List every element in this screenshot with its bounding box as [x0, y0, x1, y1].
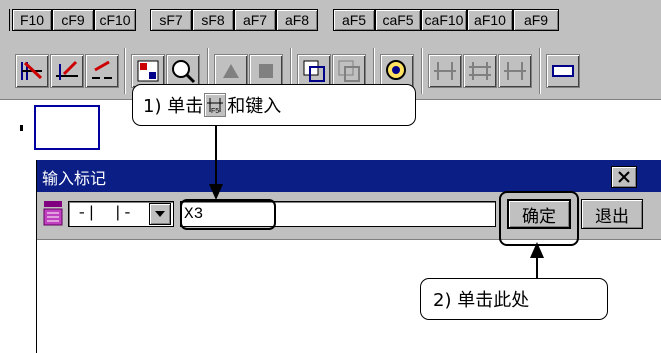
- ladder-tool-button-3[interactable]: [498, 54, 532, 88]
- close-icon: [618, 171, 630, 183]
- fkey-af8[interactable]: aF8: [276, 9, 318, 31]
- function-key-bar: F10 cF9 cF10 sF7 sF8 aF7 aF8 aF5 caF5 ca…: [0, 0, 661, 42]
- fkey-cf9[interactable]: cF9: [52, 9, 94, 31]
- ok-highlight-frame: [499, 191, 579, 246]
- ladder-tool-button-2[interactable]: [463, 54, 497, 88]
- delete-contact-button[interactable]: [15, 54, 49, 88]
- dialog-title-bar: 输入标记: [36, 160, 661, 192]
- edit-line-button[interactable]: [50, 54, 84, 88]
- dialog-left-border: [36, 160, 37, 353]
- instruction-list-button[interactable]: [40, 198, 66, 228]
- exit-button[interactable]: 退出: [581, 199, 643, 229]
- callout-2-arrow: [527, 242, 547, 278]
- window-select-disabled-icon: [338, 60, 360, 82]
- ladder-tool-icon: [469, 62, 491, 80]
- search-device-button[interactable]: [166, 54, 200, 88]
- fkey-left-edge: [0, 9, 10, 31]
- disabled-tool-button-1[interactable]: [214, 54, 248, 88]
- toolbar-separator: [421, 48, 423, 94]
- fkey-af9[interactable]: aF9: [513, 9, 559, 31]
- fkey-caf10[interactable]: caF10: [421, 9, 467, 31]
- input-highlight-frame: [180, 199, 276, 230]
- fkey-caf5[interactable]: caF5: [375, 9, 421, 31]
- exit-button-label: 退出: [595, 206, 629, 227]
- callout-1-prefix: 1) 单击: [143, 96, 204, 117]
- symbol-dropdown-button[interactable]: [149, 203, 171, 225]
- device-memory-icon: [552, 65, 574, 77]
- chevron-down-icon: [155, 211, 165, 217]
- instruction-list-icon: [43, 201, 63, 226]
- fkey-sf7[interactable]: sF7: [150, 9, 192, 31]
- fkey-af5[interactable]: aF5: [333, 9, 375, 31]
- zoom-find-icon: [386, 60, 406, 80]
- window-select-icon: [303, 60, 325, 82]
- monitor-icon: [137, 60, 159, 82]
- fkey-af7[interactable]: aF7: [234, 9, 276, 31]
- monitor-button[interactable]: [131, 54, 165, 88]
- delete-contact-icon: [21, 61, 43, 80]
- disabled-tool-icon: [223, 64, 239, 78]
- disabled-tool-icon: [259, 64, 273, 78]
- toolbar-separator: [124, 48, 126, 94]
- disabled-tool-button-2[interactable]: [249, 54, 283, 88]
- device-memory-button[interactable]: [546, 54, 580, 88]
- callout-step-1: 1) 单击 F5 和键入: [132, 84, 416, 126]
- zoom-find-button[interactable]: [380, 54, 414, 88]
- callout-1-arrow: [206, 126, 226, 201]
- edit-line-icon: [56, 60, 78, 80]
- svg-text:F5: F5: [211, 108, 219, 115]
- fkey-f10[interactable]: F10: [12, 9, 52, 31]
- fkey-cf10[interactable]: cF10: [94, 9, 136, 31]
- toolbar-separator: [539, 48, 541, 94]
- ladder-tool-button-1[interactable]: [428, 54, 462, 88]
- insert-point-icon: [92, 60, 112, 79]
- fkey-sf8[interactable]: sF8: [192, 9, 234, 31]
- ladder-tool-icon: [504, 62, 526, 80]
- dialog-close-button[interactable]: [611, 166, 637, 188]
- symbol-select[interactable]: -| |-: [68, 201, 174, 227]
- search-device-icon: [172, 60, 196, 84]
- callout-step-2: 2) 单击此处: [420, 278, 608, 320]
- dialog-title: 输入标记: [42, 169, 107, 188]
- fkey-af10[interactable]: aF10: [467, 9, 513, 31]
- down-arrow-icon: [209, 126, 223, 200]
- ladder-tool-icon: [434, 62, 456, 80]
- window-select-button[interactable]: [297, 54, 331, 88]
- cursor-focus-box: [34, 105, 100, 150]
- window-select-disabled-button[interactable]: [332, 54, 366, 88]
- symbol-contact-no: -|: [77, 204, 97, 222]
- insert-point-button[interactable]: [85, 54, 119, 88]
- callout-1-suffix: 和键入: [227, 96, 282, 117]
- up-arrow-icon: [530, 242, 544, 278]
- callout-2-text: 2) 单击此处: [433, 290, 530, 311]
- ladder-rail-mark: [20, 125, 23, 131]
- label-key-icon: F5: [204, 93, 227, 117]
- symbol-contact-no-2: |-: [113, 204, 133, 222]
